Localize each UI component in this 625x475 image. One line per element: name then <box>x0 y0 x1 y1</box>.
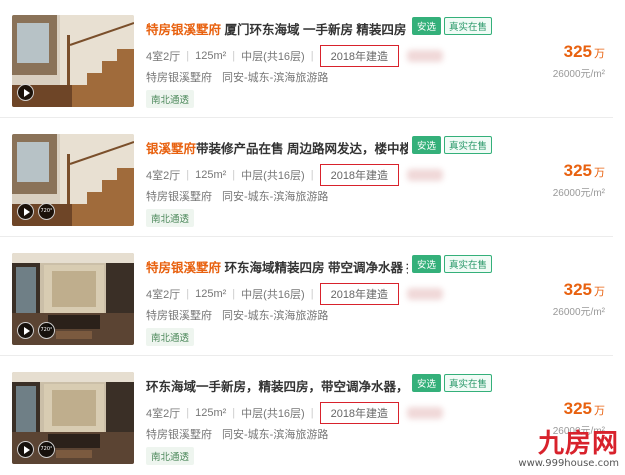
build-year: 2018年建造 <box>319 402 400 424</box>
blurred-text <box>407 407 444 419</box>
floor-level: 中层(共16层) <box>241 51 305 63</box>
vr-720-icon[interactable]: 720° <box>38 322 55 339</box>
community-name[interactable]: 特房银溪墅府 <box>146 310 212 322</box>
video-play-icon[interactable] <box>17 84 34 101</box>
room-layout: 4室2厅 <box>146 51 181 63</box>
price-block: 325 万 26000元/m² <box>553 280 605 318</box>
floor-area: 125m² <box>195 407 227 419</box>
listing-meta: 4室2厅 | 125m² | 中层(共16层) | 2018年建造 <box>146 164 444 186</box>
price-block: 325 万 26000元/m² <box>553 161 605 199</box>
real-sale-badge: 真实在售 <box>444 255 493 273</box>
unit-price: 26000元/m² <box>552 69 605 80</box>
district-name: 同安-城东-滨海旅游路 <box>222 310 329 322</box>
total-price: 325 <box>563 161 592 180</box>
listing-location: 特房银溪墅府 同安-城东-滨海旅游路 <box>146 307 328 323</box>
price-unit: 万 <box>594 286 605 298</box>
community-name[interactable]: 特房银溪墅府 <box>146 191 212 203</box>
listing-title[interactable]: 特房银溪墅府 环东海域精装四房 带空调净水器 挑... <box>146 257 408 276</box>
feature-tag: 南北通透 <box>146 447 195 465</box>
community-name[interactable]: 特房银溪墅府 <box>146 72 212 84</box>
listing-card[interactable]: 特房银溪墅府 厦门环东海域 一手新房 精装四房 高... 安选 真实在售 4室2… <box>0 0 625 118</box>
real-sale-badge: 真实在售 <box>444 374 493 392</box>
listing-title[interactable]: 银溪墅府带装修产品在售 周边路网发达，楼中楼好... <box>146 138 408 157</box>
listing-meta: 4室2厅 | 125m² | 中层(共16层) | 2018年建造 <box>146 45 444 67</box>
district-name: 同安-城东-滨海旅游路 <box>222 429 329 441</box>
anxuan-badge: 安选 <box>412 136 442 154</box>
unit-price: 26000元/m² <box>552 307 605 318</box>
feature-tag: 南北通透 <box>146 90 195 108</box>
floor-level: 中层(共16层) <box>241 289 305 301</box>
real-sale-badge: 真实在售 <box>444 17 493 35</box>
listing-title[interactable]: 环东海域一手新房，精装四房，带空调净水器，挑... <box>146 376 408 395</box>
listing-photo[interactable]: 720° <box>12 253 134 345</box>
listing-card[interactable]: 720° 特房银溪墅府 环东海域精装四房 带空调净水器 挑... 安选 真实在售… <box>0 238 625 356</box>
anxuan-badge: 安选 <box>412 17 442 35</box>
real-sale-badge: 真实在售 <box>444 136 493 154</box>
listing-meta: 4室2厅 | 125m² | 中层(共16层) | 2018年建造 <box>146 283 444 305</box>
unit-price: 26000元/m² <box>552 188 605 199</box>
divider <box>0 117 613 118</box>
listing-photo[interactable]: 720° <box>12 134 134 226</box>
district-name: 同安-城东-滨海旅游路 <box>222 191 329 203</box>
site-logo: 九房网 <box>537 429 619 459</box>
room-layout: 4室2厅 <box>146 170 181 182</box>
feature-tag: 南北通透 <box>146 209 195 227</box>
listing-location: 特房银溪墅府 同安-城东-滨海旅游路 <box>146 69 328 85</box>
room-layout: 4室2厅 <box>146 289 181 301</box>
floor-area: 125m² <box>195 169 227 181</box>
floor-level: 中层(共16层) <box>241 170 305 182</box>
anxuan-badge: 安选 <box>412 255 442 273</box>
district-name: 同安-城东-滨海旅游路 <box>222 72 329 84</box>
divider <box>0 355 613 356</box>
blurred-text <box>407 169 444 181</box>
vr-720-icon[interactable]: 720° <box>38 203 55 220</box>
floor-area: 125m² <box>195 288 227 300</box>
listing-title[interactable]: 特房银溪墅府 厦门环东海域 一手新房 精装四房 高... <box>146 19 408 38</box>
feature-tag: 南北通透 <box>146 328 195 346</box>
price-unit: 万 <box>594 405 605 417</box>
vr-720-icon[interactable]: 720° <box>38 441 55 458</box>
video-play-icon[interactable] <box>17 322 34 339</box>
video-play-icon[interactable] <box>17 441 34 458</box>
build-year: 2018年建造 <box>319 164 400 186</box>
anxuan-badge: 安选 <box>412 374 442 392</box>
room-layout: 4室2厅 <box>146 408 181 420</box>
community-name[interactable]: 特房银溪墅府 <box>146 429 212 441</box>
total-price: 325 <box>563 280 592 299</box>
listing-location: 特房银溪墅府 同安-城东-滨海旅游路 <box>146 426 328 442</box>
price-unit: 万 <box>594 167 605 179</box>
floor-area: 125m² <box>195 50 227 62</box>
site-watermark: 九房网 www.999house.com <box>518 430 619 469</box>
listing-meta: 4室2厅 | 125m² | 中层(共16层) | 2018年建造 <box>146 402 444 424</box>
total-price: 325 <box>563 42 592 61</box>
divider <box>0 236 613 237</box>
blurred-text <box>407 288 444 300</box>
video-play-icon[interactable] <box>17 203 34 220</box>
listing-location: 特房银溪墅府 同安-城东-滨海旅游路 <box>146 188 328 204</box>
listing-card[interactable]: 720° 银溪墅府带装修产品在售 周边路网发达，楼中楼好... 安选 真实在售 … <box>0 119 625 237</box>
site-url: www.999house.com <box>518 458 619 469</box>
listing-photo[interactable]: 720° <box>12 372 134 464</box>
build-year: 2018年建造 <box>319 283 400 305</box>
price-block: 325 万 26000元/m² <box>553 42 605 80</box>
price-unit: 万 <box>594 48 605 60</box>
build-year: 2018年建造 <box>319 45 400 67</box>
blurred-text <box>407 50 444 62</box>
floor-level: 中层(共16层) <box>241 408 305 420</box>
listing-photo[interactable] <box>12 15 134 107</box>
total-price: 325 <box>563 399 592 418</box>
